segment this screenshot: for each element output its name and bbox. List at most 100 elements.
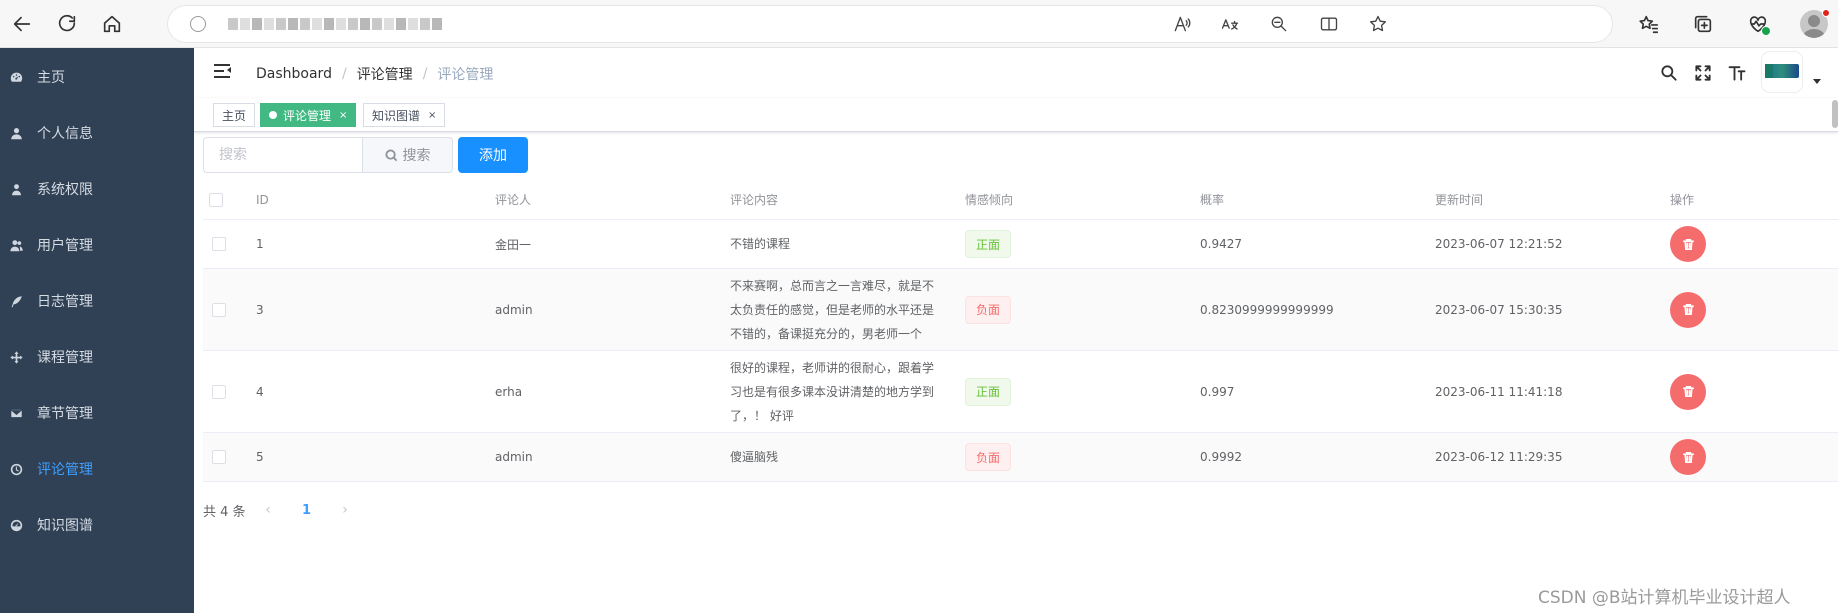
column-header-probability[interactable]: 概率 — [1200, 180, 1224, 219]
sidebar-item-knowledge-graph[interactable]: 知识图谱 — [0, 497, 194, 553]
sentiment-tag: 正面 — [965, 377, 1012, 406]
close-icon[interactable]: × — [428, 110, 436, 121]
add-button-label: 添加 — [479, 148, 507, 164]
row-probability: 0.9992 — [1200, 450, 1242, 464]
search-button[interactable]: 搜索 — [362, 137, 453, 173]
chevron-left-icon[interactable]: ‹ — [258, 496, 278, 524]
user-avatar-logo[interactable] — [1762, 52, 1802, 92]
sidebar-item-label: 章节管理 — [37, 406, 93, 422]
translate-icon[interactable] — [1218, 13, 1242, 35]
delete-button[interactable] — [1670, 373, 1706, 410]
favorite-star-icon[interactable] — [1366, 13, 1390, 35]
tags-view: 主页 评论管理 × 知识图谱 × — [194, 98, 1838, 132]
row-id: 1 — [256, 237, 264, 251]
column-header-actions: 操作 — [1670, 193, 1695, 207]
address-bar[interactable] — [168, 6, 1612, 42]
column-header-author[interactable]: 评论人 — [495, 180, 531, 219]
close-icon[interactable]: × — [339, 110, 347, 121]
sidebar-item-comments[interactable]: 评论管理 — [0, 441, 194, 497]
sidebar-item-permissions[interactable]: 系统权限 — [0, 161, 194, 217]
table-row[interactable]: 4 erha 很好的课程，老师讲的很耐心，跟着学 习也是有很多课本没讲清楚的地方学… — [203, 351, 1838, 433]
row-content: 不来赛啊，总而言之一言难尽，就是不 太负责任的感觉，但是老师的水平还是 不错的，备课… — [730, 278, 935, 341]
menu-toggle-icon[interactable] — [214, 64, 232, 80]
table-row[interactable]: 1 金田一 不错的课程 正面 0.9427 2023-06-07 12:21:5… — [203, 220, 1838, 269]
sidebar-item-users[interactable]: 用户管理 — [0, 217, 194, 273]
chevron-down-icon[interactable] — [1813, 79, 1821, 84]
breadcrumb-separator: / — [422, 66, 428, 82]
row-checkbox[interactable] — [212, 237, 226, 251]
column-header-updated[interactable]: 更新时间 — [1435, 180, 1483, 219]
move-icon — [9, 350, 23, 364]
row-checkbox[interactable] — [212, 384, 226, 399]
select-all-checkbox[interactable] — [209, 192, 223, 207]
add-button[interactable]: 添加 — [458, 137, 528, 173]
home-icon[interactable] — [97, 9, 127, 39]
row-checkbox[interactable] — [212, 302, 226, 317]
row-author: admin — [495, 302, 533, 317]
watermark: CSDN @B站计算机毕业设计超人 — [1538, 588, 1791, 608]
row-author: admin — [495, 450, 533, 464]
collections-icon[interactable] — [1688, 9, 1718, 39]
row-updated: 2023-06-12 11:29:35 — [1435, 450, 1563, 464]
split-screen-icon[interactable] — [1317, 13, 1341, 35]
trash-icon — [1682, 304, 1694, 315]
favorites-list-icon[interactable] — [1634, 9, 1664, 39]
tag-label: 知识图谱 — [372, 108, 421, 123]
row-probability: 0.8230999999999999 — [1200, 302, 1334, 317]
fullscreen-icon[interactable] — [1692, 62, 1714, 84]
health-status-dot — [1761, 26, 1771, 36]
row-content: 很好的课程，老师讲的很耐心，跟着学 习也是有很多课本没讲清楚的地方学到 了，！ 好评 — [730, 360, 935, 423]
tag-label: 主页 — [222, 108, 247, 123]
browser-toolbar — [0, 0, 1838, 48]
sidebar: 主页 个人信息 系统权限 用户管理 日志管理 课程管理 章节管理 评论管理 知识… — [0, 48, 194, 613]
search-input[interactable] — [203, 137, 363, 173]
delete-button[interactable] — [1670, 226, 1706, 262]
sidebar-item-label: 用户管理 — [37, 238, 93, 254]
tag-knowledge-graph[interactable]: 知识图谱 × — [363, 103, 446, 127]
clock-icon — [9, 462, 23, 476]
comments-table: ID 评论人 评论内容 情感倾向 概率 更新时间 操作 1 金田一 不错的课程 … — [203, 180, 1838, 482]
notification-dot — [1822, 9, 1830, 17]
column-header-id[interactable]: ID — [256, 180, 269, 219]
sidebar-item-chapters[interactable]: 章节管理 — [0, 385, 194, 441]
row-updated: 2023-06-07 15:30:35 — [1435, 302, 1563, 317]
sidebar-item-logs[interactable]: 日志管理 — [0, 273, 194, 329]
zoom-out-icon[interactable] — [1267, 13, 1291, 35]
row-id: 5 — [256, 450, 264, 464]
table-row[interactable]: 5 admin 傻逼脑残 负面 0.9992 2023-06-12 11:29:… — [203, 433, 1838, 482]
row-checkbox[interactable] — [212, 450, 226, 464]
sidebar-item-profile[interactable]: 个人信息 — [0, 105, 194, 161]
feather-icon — [9, 294, 23, 308]
site-info-icon[interactable] — [190, 16, 206, 32]
search-icon[interactable] — [1658, 62, 1680, 84]
tag-comments[interactable]: 评论管理 × — [260, 103, 357, 127]
sidebar-item-label: 系统权限 — [37, 182, 93, 198]
delete-button[interactable] — [1670, 439, 1706, 475]
row-id: 3 — [256, 302, 264, 317]
column-header-content[interactable]: 评论内容 — [730, 180, 778, 219]
pagination: 共 4 条 — [203, 496, 246, 524]
breadcrumb-dashboard[interactable]: Dashboard — [256, 66, 332, 82]
sidebar-item-home[interactable]: 主页 — [0, 49, 194, 105]
sidebar-item-label: 知识图谱 — [37, 518, 93, 534]
breadcrumb-current: 评论管理 — [437, 67, 494, 83]
page-number[interactable]: 1 — [302, 496, 311, 524]
table-row[interactable]: 3 admin 不来赛啊，总而言之一言难尽，就是不 太负责任的感觉，但是老师的水平… — [203, 269, 1838, 351]
row-author: erha — [495, 384, 523, 399]
sidebar-item-label: 评论管理 — [37, 462, 93, 478]
chevron-right-icon[interactable]: › — [335, 496, 355, 524]
delete-button[interactable] — [1670, 291, 1706, 328]
read-aloud-icon[interactable] — [1170, 13, 1194, 35]
refresh-icon[interactable] — [52, 9, 82, 39]
sidebar-item-courses[interactable]: 课程管理 — [0, 329, 194, 385]
row-content: 不错的课程 — [730, 237, 791, 251]
sidebar-item-label: 主页 — [37, 70, 65, 86]
scrollbar-thumb[interactable] — [1832, 100, 1838, 128]
dashboard-icon — [9, 518, 23, 532]
back-arrow-icon[interactable] — [7, 9, 37, 39]
tag-home[interactable]: 主页 — [213, 103, 256, 127]
breadcrumb-comments-parent[interactable]: 评论管理 — [357, 64, 413, 84]
search-button-label: 搜索 — [402, 148, 431, 164]
column-header-sentiment[interactable]: 情感倾向 — [965, 180, 1013, 219]
font-size-icon[interactable] — [1726, 62, 1748, 84]
